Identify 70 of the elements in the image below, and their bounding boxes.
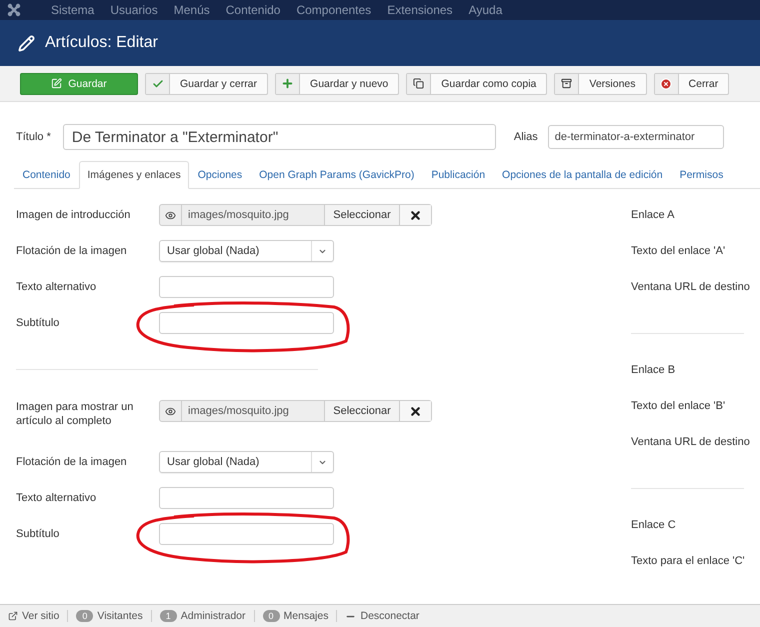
view-site-link[interactable]: Ver sitio [8,610,60,622]
field-label: Imagen de introducción [16,208,132,222]
field-label: Título * [16,131,51,143]
input-field[interactable] [159,523,334,545]
dropdown[interactable]: Usar global (Nada) [159,240,334,262]
field-label: Subtítulo [16,527,60,541]
copy-icon [413,78,424,89]
input-field[interactable] [159,487,334,509]
field-label: Subtítulo [16,316,60,330]
toolbar-button[interactable]: Guardar y cerrar [145,72,268,94]
toolbar-button[interactable]: Versiones [554,72,647,94]
menu-item[interactable]: Extensiones [379,3,461,17]
edit-icon [51,78,62,89]
menu-item[interactable]: Sistema [43,3,102,17]
page-title: Artículos: Editar [45,34,158,52]
pencil-icon [18,34,35,52]
field-label: Texto alternativo [16,280,98,294]
toolbar-button[interactable]: Cerrar [654,72,730,94]
preview-icon[interactable] [165,210,176,220]
field-label: Flotación de la imagen [16,455,128,469]
tab[interactable]: Opciones [189,161,251,189]
close-icon [409,208,422,222]
field-label: Ventana URL de destino [631,281,750,293]
menu-item[interactable]: Componentes [288,3,380,17]
media-field[interactable]: images/mosquito.jpg Seleccionar [159,400,432,422]
field-label: Enlace A [631,209,674,221]
title-field[interactable]: De Terminator a "Exterminator" [62,124,496,150]
plus-icon [281,77,294,90]
tab[interactable]: Open Graph Params (GavickPro) [250,161,423,189]
menu-item[interactable]: Ayuda [460,3,510,17]
status-count: 0 Mensajes [262,610,328,622]
field-label: Imagen para mostrar un artículo al completo [16,400,134,428]
select-button[interactable]: Seleccionar [325,205,400,225]
input-field[interactable] [159,276,334,298]
tab[interactable]: Publicación [422,161,494,189]
tab[interactable]: Contenido [14,161,79,189]
tab[interactable]: Permisos [671,161,732,189]
field-label: Texto del enlace 'B' [631,400,726,412]
preview-icon[interactable] [165,406,176,416]
field-label: Flotación de la imagen [16,244,128,258]
field-label: Texto para el enlace 'C' [631,555,745,567]
menu-item[interactable]: Usuarios [102,3,166,17]
tab[interactable]: Opciones de la pantalla de edición [494,161,672,189]
field-label: Enlace C [631,519,676,531]
check-icon [152,78,164,90]
field-label: Alias [514,131,538,143]
menu-item[interactable]: Contenido [218,3,288,17]
field-label: Texto alternativo [16,491,98,505]
toolbar-button[interactable]: Guardar como copia [406,72,548,94]
status-count: 0 Visitantes [76,610,143,622]
select-button[interactable]: Seleccionar [325,401,400,421]
close-icon [660,78,672,90]
tab[interactable]: Imágenes y enlaces [78,161,190,189]
logout-link[interactable]: Desconectar [345,610,420,622]
field-label: Ventana URL de destino [631,436,750,448]
dropdown[interactable]: Usar global (Nada) [159,451,334,473]
input-field[interactable] [159,312,334,334]
external-link-icon [8,611,18,621]
logo-icon [7,3,21,17]
archive-icon [561,78,572,89]
toolbar-button[interactable]: Guardar y nuevo [275,72,400,94]
clear-button[interactable] [400,401,431,421]
field-label: Enlace B [631,364,676,376]
clear-button[interactable] [400,205,431,225]
media-field[interactable]: images/mosquito.jpg Seleccionar [159,204,432,226]
menu-item[interactable]: Menús [166,3,218,17]
close-icon [409,404,422,418]
status-count: 1 Administrador [160,610,246,622]
alias-field[interactable]: de-terminator-a-exterminator [548,125,724,149]
field-label: Texto del enlace 'A' [631,245,726,257]
